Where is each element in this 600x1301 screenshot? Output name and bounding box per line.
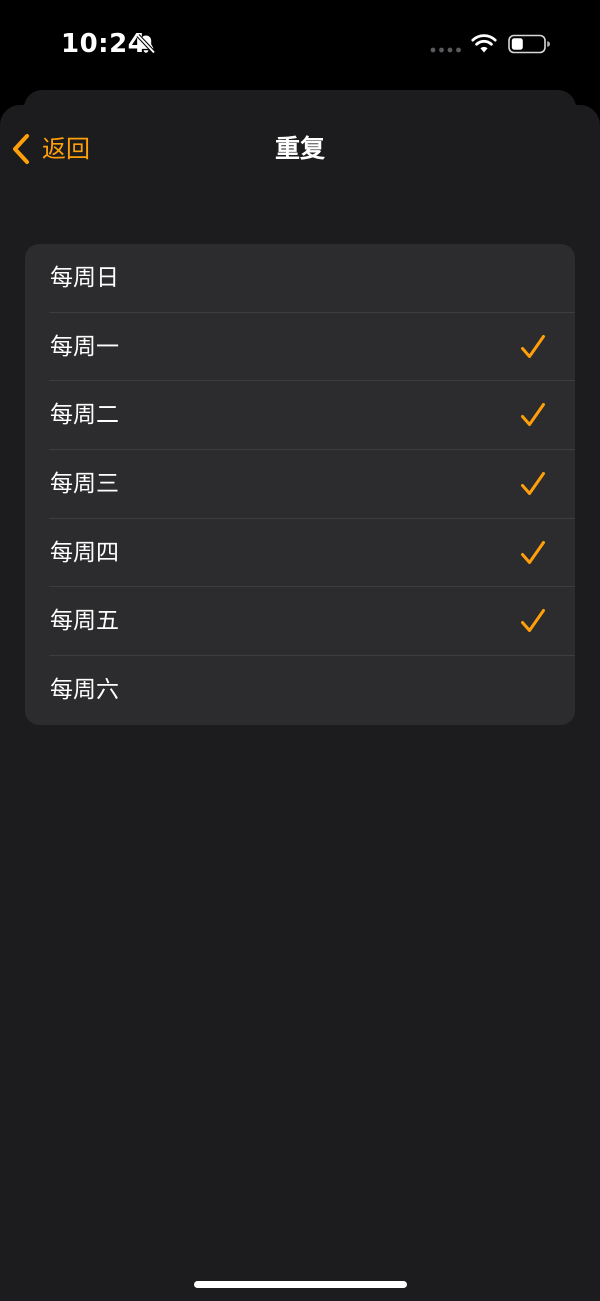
repeat-days-list: 每周日 每周一 每周二 每周三 每周四 每周五 每周六 <box>25 244 575 725</box>
navigation-bar: 返回 重复 <box>0 105 600 193</box>
day-row-thursday[interactable]: 每周四 <box>25 519 575 588</box>
battery-icon <box>508 34 550 54</box>
status-time: 10:24 <box>61 29 147 59</box>
page-title: 重复 <box>274 134 325 163</box>
day-row-tuesday[interactable]: 每周二 <box>25 381 575 451</box>
day-label: 每周日 <box>50 265 119 291</box>
checkmark-icon <box>521 403 545 427</box>
repeat-sheet: 返回 重复 每周日 每周一 每周二 每周三 每周四 每周五 每周六 <box>0 105 600 1301</box>
bell-slash-icon <box>136 34 156 54</box>
day-label: 每周二 <box>50 402 119 429</box>
checkmark-icon <box>521 334 545 358</box>
day-row-monday[interactable]: 每周一 <box>25 313 575 382</box>
day-label: 每周三 <box>50 471 119 498</box>
checkmark-icon <box>521 609 545 633</box>
day-label: 每周六 <box>50 677 119 704</box>
day-label: 每周一 <box>50 333 119 360</box>
checkmark-icon <box>521 540 545 564</box>
day-label: 每周五 <box>50 608 119 635</box>
status-bar: 10:24 <box>0 0 600 90</box>
checkmark-icon <box>521 472 545 496</box>
wifi-icon <box>471 34 497 53</box>
day-row-friday[interactable]: 每周五 <box>25 587 575 657</box>
home-indicator[interactable] <box>194 1281 407 1288</box>
cellular-signal-icon <box>430 47 461 53</box>
day-row-wednesday[interactable]: 每周三 <box>25 450 575 519</box>
day-row-sunday[interactable]: 每周日 <box>25 244 575 313</box>
day-row-saturday[interactable]: 每周六 <box>25 656 575 725</box>
day-label: 每周四 <box>50 539 119 566</box>
